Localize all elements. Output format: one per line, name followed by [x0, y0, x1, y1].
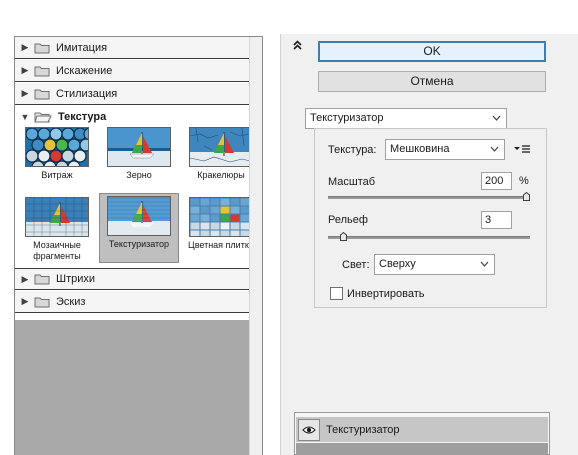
chevron-down-icon — [480, 255, 489, 281]
collapsed-arrow-icon[interactable]: ▶ — [17, 296, 33, 307]
thumb-caption: Цветная плитка — [188, 240, 254, 250]
texture-select-value: Мешковина — [390, 143, 450, 155]
scale-slider-thumb[interactable] — [523, 191, 530, 201]
thumb-grain[interactable]: Зерно — [101, 127, 177, 181]
thumb-caption: Мозаичные фрагменты — [33, 240, 81, 261]
category-sketch[interactable]: ▶ Эскиз — [15, 291, 249, 313]
thumb-color-tile[interactable]: Цветная плитка — [183, 197, 259, 251]
light-select[interactable]: Сверху — [374, 254, 495, 275]
light-select-value: Сверху — [379, 258, 416, 270]
invert-label: Инвертировать — [347, 288, 425, 300]
effect-layer-row[interactable]: Текстуризатор — [296, 417, 548, 442]
expanded-arrow-icon[interactable]: ▼ — [17, 112, 33, 122]
craquelure-preview — [189, 127, 253, 167]
thumb-caption: Кракелюры — [197, 170, 245, 180]
eye-icon[interactable] — [298, 418, 320, 441]
cancel-button[interactable]: Отмена — [318, 71, 546, 92]
relief-slider[interactable] — [328, 236, 530, 239]
category-imitation[interactable]: ▶ Имитация — [15, 37, 249, 59]
folder-icon — [34, 43, 50, 53]
relief-slider-thumb[interactable] — [339, 231, 347, 241]
ok-button[interactable]: OK — [318, 41, 546, 62]
scale-label: Масштаб — [328, 176, 376, 188]
texturizer-preview — [107, 196, 171, 236]
folder-icon — [34, 66, 50, 76]
light-label: Свет: — [342, 259, 370, 271]
texture-label: Текстура: — [328, 144, 377, 156]
thumb-stained-glass[interactable]: Витраж — [19, 127, 95, 181]
filter-select[interactable]: Текстуризатор — [305, 108, 507, 129]
texture-select[interactable]: Мешковина — [385, 139, 505, 160]
scale-slider[interactable] — [328, 196, 530, 199]
filter-select-value: Текстуризатор — [310, 112, 384, 124]
category-label: Текстура — [58, 111, 107, 123]
color-tile-preview — [189, 197, 253, 237]
collapsed-arrow-icon[interactable]: ▶ — [17, 274, 33, 285]
effect-layer-name: Текстуризатор — [326, 423, 400, 436]
category-label: Имитация — [56, 41, 108, 54]
category-label: Штрихи — [56, 273, 96, 285]
thumb-caption: Витраж — [41, 170, 73, 180]
collapsed-arrow-icon[interactable]: ▶ — [17, 65, 33, 76]
collapsed-arrow-icon[interactable]: ▶ — [17, 88, 33, 99]
category-label: Эскиз — [56, 295, 86, 308]
thumb-caption: Текстуризатор — [108, 239, 170, 249]
relief-label: Рельеф — [328, 214, 368, 226]
scale-unit: % — [519, 175, 529, 187]
category-scrollbar[interactable] — [249, 37, 262, 455]
thumb-texturizer[interactable]: Текстуризатор — [99, 193, 179, 263]
thumb-craquelure[interactable]: Кракелюры — [183, 127, 259, 181]
chevron-down-icon — [490, 140, 499, 166]
relief-input[interactable]: 3 — [481, 211, 512, 229]
invert-checkbox[interactable] — [330, 287, 343, 300]
category-label: Стилизация — [56, 87, 118, 100]
panel-divider — [280, 34, 294, 455]
grain-preview — [107, 127, 171, 167]
mosaic-preview — [25, 197, 89, 237]
filter-category-panel: ▶ Имитация ▶ Искажение ▶ Стилизация ▼ Те… — [14, 36, 263, 455]
texture-thumbnails: Витраж Зерно Кракелюры Мозаичные фрагмен… — [15, 125, 254, 279]
folder-icon — [34, 297, 50, 307]
scale-input[interactable]: 200 — [481, 172, 512, 190]
folder-icon — [34, 274, 50, 285]
effect-layers-empty — [296, 443, 548, 455]
collapse-icon[interactable] — [293, 40, 302, 53]
open-folder-icon — [34, 112, 52, 123]
stained-glass-preview — [25, 127, 89, 167]
menu-icon[interactable] — [514, 144, 530, 157]
empty-list-area — [15, 320, 249, 455]
category-strokes[interactable]: ▶ Штрихи — [15, 268, 249, 290]
category-distortion[interactable]: ▶ Искажение — [15, 60, 249, 82]
thumb-caption: Зерно — [126, 170, 152, 180]
effect-layers-panel: Текстуризатор — [294, 412, 550, 455]
category-stylization[interactable]: ▶ Стилизация — [15, 83, 249, 105]
folder-icon — [34, 89, 50, 99]
category-label: Искажение — [56, 64, 113, 77]
collapsed-arrow-icon[interactable]: ▶ — [17, 42, 33, 53]
thumb-mosaic-fragments[interactable]: Мозаичные фрагменты — [19, 197, 95, 262]
